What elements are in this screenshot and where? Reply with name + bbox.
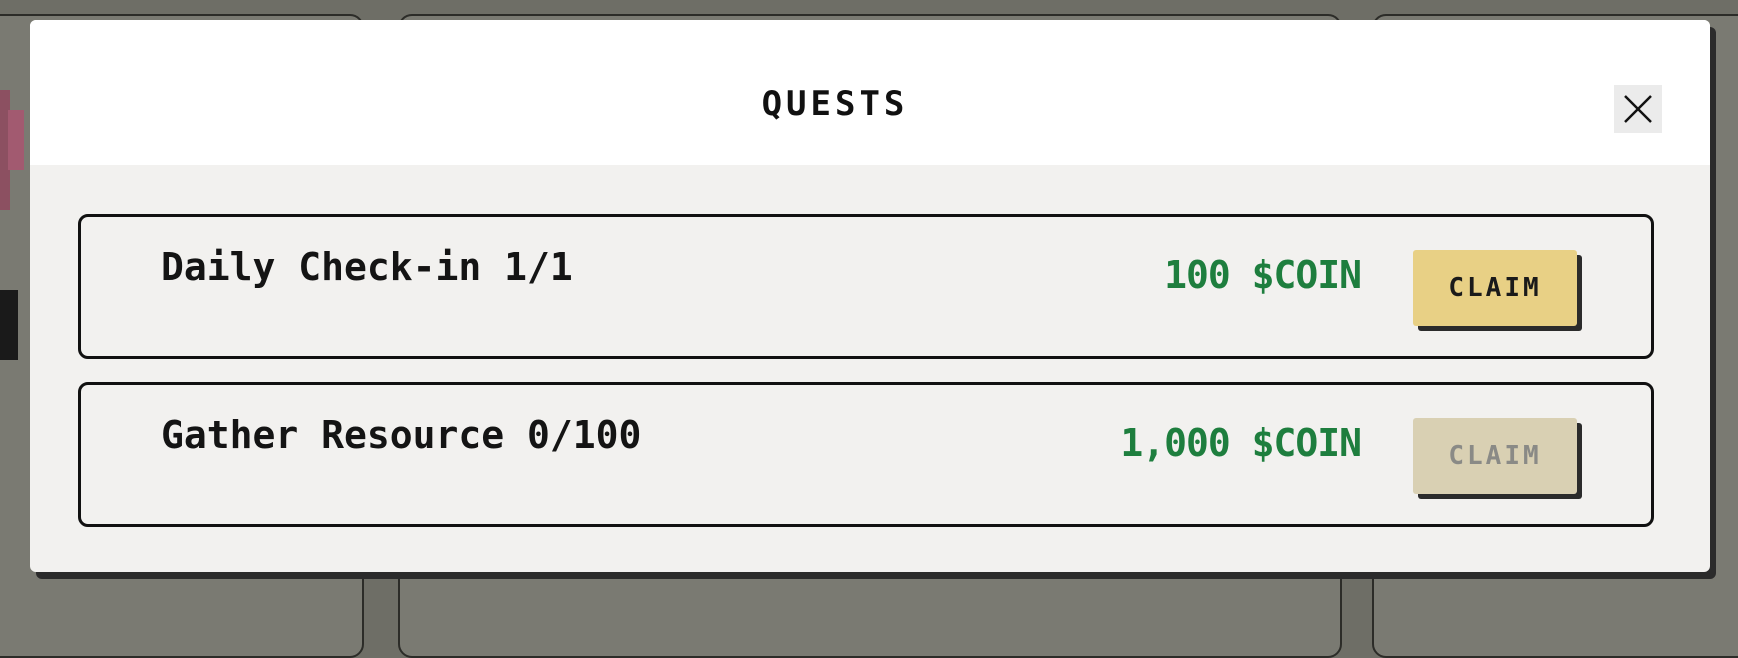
claim-button[interactable]: CLAIM (1413, 250, 1577, 326)
claim-button-disabled[interactable]: CLAIM (1413, 418, 1577, 494)
modal-header: QUESTS (30, 20, 1710, 165)
quest-row-daily-check-in: Daily Check-in 1/1 100 $COIN CLAIM (78, 214, 1654, 359)
close-icon (1624, 95, 1652, 123)
modal-title: QUESTS (761, 84, 909, 124)
quests-modal: QUESTS Daily Check-in 1/1 100 $COIN CLAI… (30, 20, 1710, 572)
quest-label: Gather Resource 0/100 (161, 413, 642, 457)
close-button[interactable] (1614, 85, 1662, 133)
quest-reward: 1,000 $COIN (1120, 421, 1362, 465)
background-character-sprite (0, 90, 28, 360)
quest-reward: 100 $COIN (1164, 253, 1362, 297)
quest-row-gather-resource: Gather Resource 0/100 1,000 $COIN CLAIM (78, 382, 1654, 527)
quest-label: Daily Check-in 1/1 (161, 245, 573, 289)
